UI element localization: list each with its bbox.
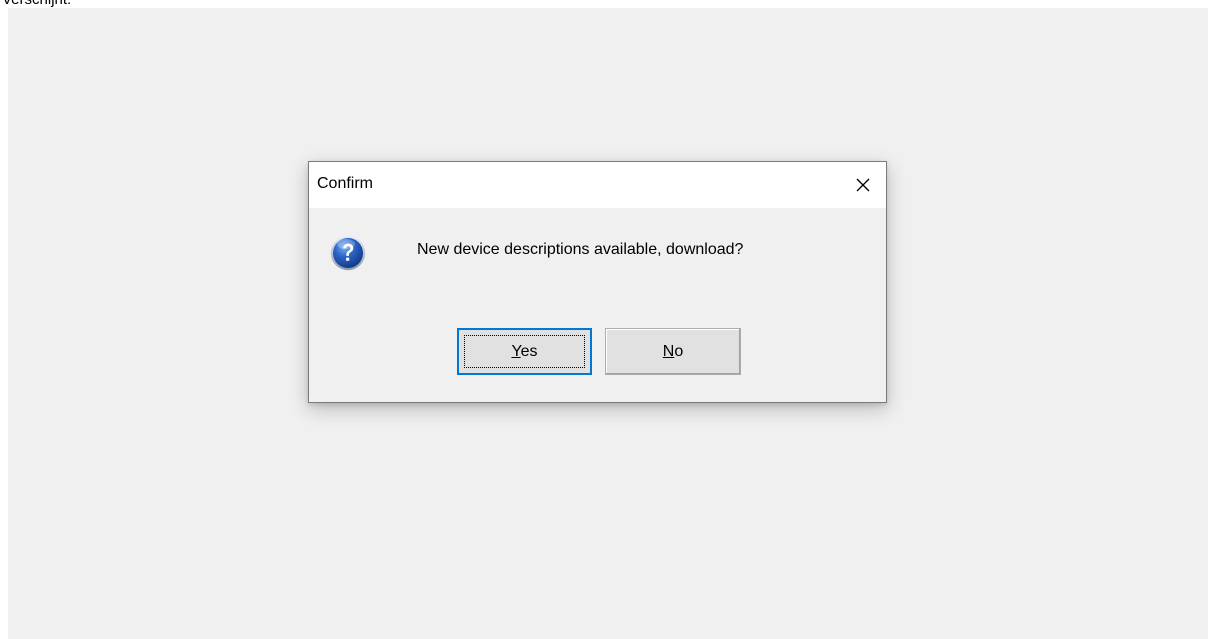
dialog-titlebar[interactable]: Confirm xyxy=(309,162,886,208)
no-button-label: No xyxy=(662,342,684,360)
close-button[interactable] xyxy=(840,162,886,208)
desktop-area: Confirm New device descriptions availabl… xyxy=(8,8,1208,639)
dialog-title: Confirm xyxy=(317,175,374,192)
yes-button[interactable]: Yes xyxy=(457,328,592,375)
yes-button-label: Yes xyxy=(511,342,538,360)
close-icon xyxy=(856,178,870,192)
no-button[interactable]: No xyxy=(605,328,741,375)
confirm-dialog: Confirm New device descriptions availabl… xyxy=(308,161,887,403)
question-icon xyxy=(330,235,366,271)
top-strip: Verschijnt: xyxy=(0,0,1208,8)
background-text: Verschijnt: xyxy=(2,0,71,8)
dialog-message: New device descriptions available, downl… xyxy=(417,241,744,258)
